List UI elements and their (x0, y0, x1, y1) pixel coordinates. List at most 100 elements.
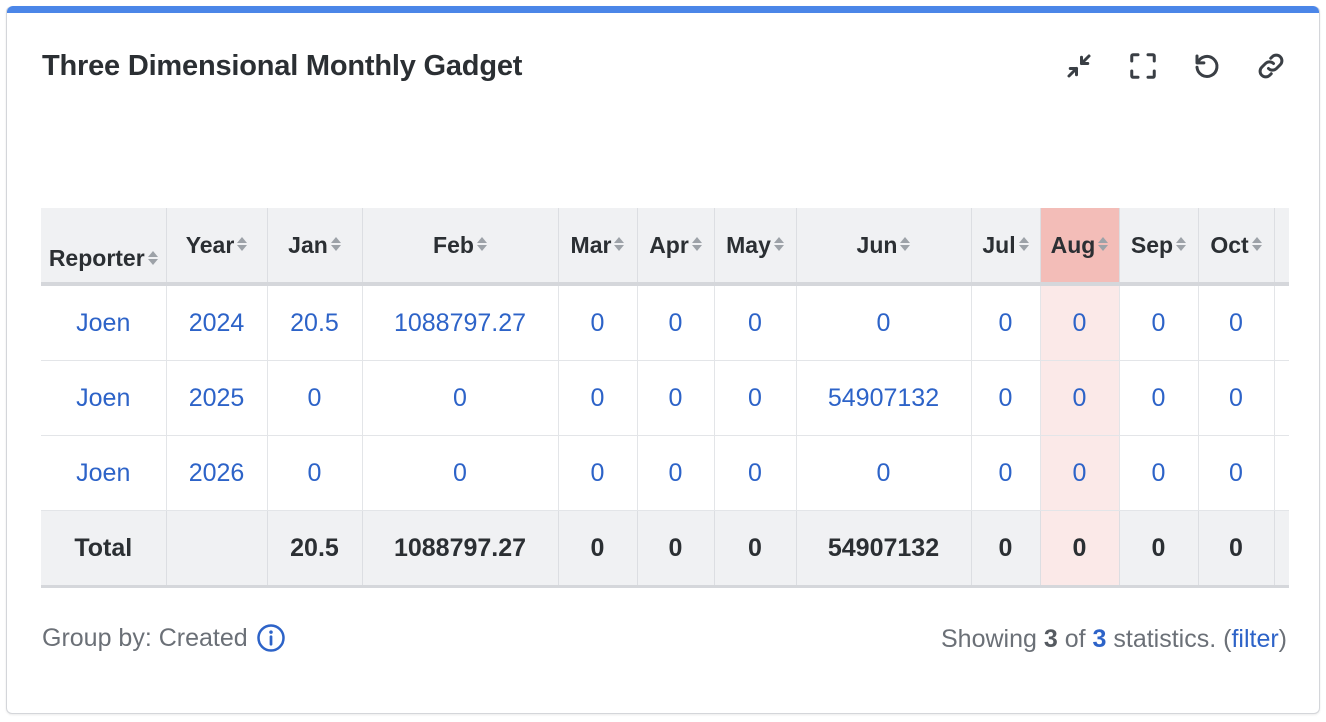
fullscreen-button[interactable] (1125, 48, 1161, 84)
total-cell-clipped (1273, 510, 1289, 588)
table-cell-clipped (1273, 284, 1289, 361)
column-header-reporter[interactable]: Reporter (41, 208, 166, 286)
table-cell-aug[interactable]: 0 (1039, 435, 1119, 511)
table-cell-jul[interactable]: 0 (970, 435, 1040, 511)
column-header-year[interactable]: Year (165, 208, 267, 286)
total-cell-year (165, 510, 267, 588)
table-cell-may[interactable]: 0 (713, 435, 796, 511)
filter-link[interactable]: filter (1231, 625, 1278, 653)
column-header-label: Feb (433, 231, 474, 258)
table-cell-sep[interactable]: 0 (1118, 284, 1198, 361)
table-cell-year[interactable]: 2026 (165, 435, 267, 511)
minimize-button[interactable] (1061, 48, 1097, 84)
column-header-label: Reporter (48, 245, 145, 271)
total-row: Total 20.5 1088797.27 0 0 0 54907132 0 0 0 0 (41, 510, 1289, 588)
refresh-button[interactable] (1189, 48, 1225, 84)
table-cell-jul[interactable]: 0 (970, 284, 1040, 361)
table-cell-aug[interactable]: 0 (1039, 284, 1119, 361)
gadget-actions (1061, 48, 1289, 84)
group-by-label: Group by: Created (42, 623, 248, 652)
column-header-jul[interactable]: Jul (970, 208, 1040, 286)
table-cell-oct[interactable]: 0 (1197, 360, 1274, 436)
column-header-label: Year (185, 231, 235, 258)
statistics-table-container[interactable]: Reporter Year Jan Feb Mar Apr May Jun Jul Aug Sep O… (41, 208, 1289, 588)
table-cell-apr[interactable]: 0 (636, 435, 714, 511)
table-cell-reporter[interactable]: Joen (41, 284, 166, 361)
of-text: of (1057, 625, 1093, 653)
total-cell-aug: 0 (1039, 510, 1119, 588)
sort-icon[interactable] (1018, 236, 1029, 252)
table-cell-mar[interactable]: 0 (557, 435, 637, 511)
column-header-label: Apr (649, 231, 689, 258)
column-header-mar[interactable]: Mar (557, 208, 637, 286)
column-header-label: Oct (1210, 231, 1249, 258)
sort-icon[interactable] (1098, 236, 1109, 252)
sort-icon[interactable] (476, 236, 487, 252)
column-header-sep[interactable]: Sep (1118, 208, 1198, 286)
table-cell-may[interactable]: 0 (713, 360, 796, 436)
sort-icon[interactable] (614, 236, 625, 252)
gadget-accent-bar (7, 6, 1319, 13)
table-cell-apr[interactable]: 0 (636, 360, 714, 436)
table-cell-jan[interactable]: 20.5 (266, 284, 362, 361)
sort-icon[interactable] (1251, 236, 1262, 252)
sort-icon[interactable] (691, 236, 702, 252)
link-icon (1258, 53, 1284, 79)
table-cell-jan[interactable]: 0 (266, 435, 362, 511)
table-cell-jul[interactable]: 0 (970, 360, 1040, 436)
column-header-jun[interactable]: Jun (795, 208, 971, 286)
table-header-row: Reporter Year Jan Feb Mar Apr May Jun Jul Aug Sep O… (41, 208, 1289, 286)
table-cell-clipped (1273, 435, 1289, 511)
total-cell-jan: 20.5 (266, 510, 362, 588)
table-cell-sep[interactable]: 0 (1118, 435, 1198, 511)
table-cell-oct[interactable]: 0 (1197, 284, 1274, 361)
table-cell-oct[interactable]: 0 (1197, 435, 1274, 511)
column-header-feb[interactable]: Feb (361, 208, 558, 286)
sort-icon[interactable] (773, 236, 784, 252)
sort-icon[interactable] (237, 236, 248, 252)
table-cell-jun[interactable]: 0 (795, 284, 971, 361)
column-header-aug[interactable]: Aug (1039, 208, 1119, 286)
column-header-apr[interactable]: Apr (636, 208, 714, 286)
table-cell-jan[interactable]: 0 (266, 360, 362, 436)
table-row: Joen 2026 0 0 0 0 0 0 0 0 0 0 (41, 435, 1289, 511)
table-cell-apr[interactable]: 0 (636, 284, 714, 361)
table-cell-feb[interactable]: 1088797.27 (361, 284, 558, 361)
column-header-may[interactable]: May (713, 208, 796, 286)
table-cell-year[interactable]: 2024 (165, 284, 267, 361)
column-header-oct[interactable]: Oct (1197, 208, 1274, 286)
total-cell-sep: 0 (1118, 510, 1198, 588)
sort-icon[interactable] (330, 236, 341, 252)
column-header-jan[interactable]: Jan (266, 208, 362, 286)
table-cell-reporter[interactable]: Joen (41, 435, 166, 511)
table-cell-year[interactable]: 2025 (165, 360, 267, 436)
table-cell-aug[interactable]: 0 (1039, 360, 1119, 436)
column-header-label: Jun (856, 231, 898, 258)
statistics-summary: Showing 3 of 3 statistics. (filter) (941, 625, 1287, 654)
table-cell-reporter[interactable]: Joen (41, 360, 166, 436)
table-cell-jun[interactable]: 54907132 (795, 360, 971, 436)
table-cell-mar[interactable]: 0 (557, 284, 637, 361)
gadget-title: Three Dimensional Monthly Gadget (42, 50, 523, 82)
total-label: Total (41, 510, 166, 588)
info-icon[interactable] (256, 623, 286, 653)
shown-count: 3 (1043, 625, 1058, 653)
table-cell-may[interactable]: 0 (713, 284, 796, 361)
close-paren: ) (1278, 625, 1287, 653)
monthly-gadget: Three Dimensional Monthly Gadget Reporte… (6, 6, 1320, 714)
table-cell-sep[interactable]: 0 (1118, 360, 1198, 436)
table-cell-mar[interactable]: 0 (557, 360, 637, 436)
total-cell-feb: 1088797.27 (361, 510, 558, 588)
total-count[interactable]: 3 (1093, 625, 1107, 653)
sort-icon[interactable] (1176, 236, 1187, 252)
sort-icon[interactable] (147, 250, 158, 266)
table-cell-feb[interactable]: 0 (361, 360, 558, 436)
link-button[interactable] (1253, 48, 1289, 84)
table-cell-clipped (1273, 360, 1289, 436)
total-cell-apr: 0 (636, 510, 714, 588)
table-row: Joen 2025 0 0 0 0 0 54907132 0 0 0 0 (41, 360, 1289, 436)
table-cell-jun[interactable]: 0 (795, 435, 971, 511)
table-cell-feb[interactable]: 0 (361, 435, 558, 511)
sort-icon[interactable] (900, 236, 911, 252)
fullscreen-icon (1130, 53, 1156, 79)
